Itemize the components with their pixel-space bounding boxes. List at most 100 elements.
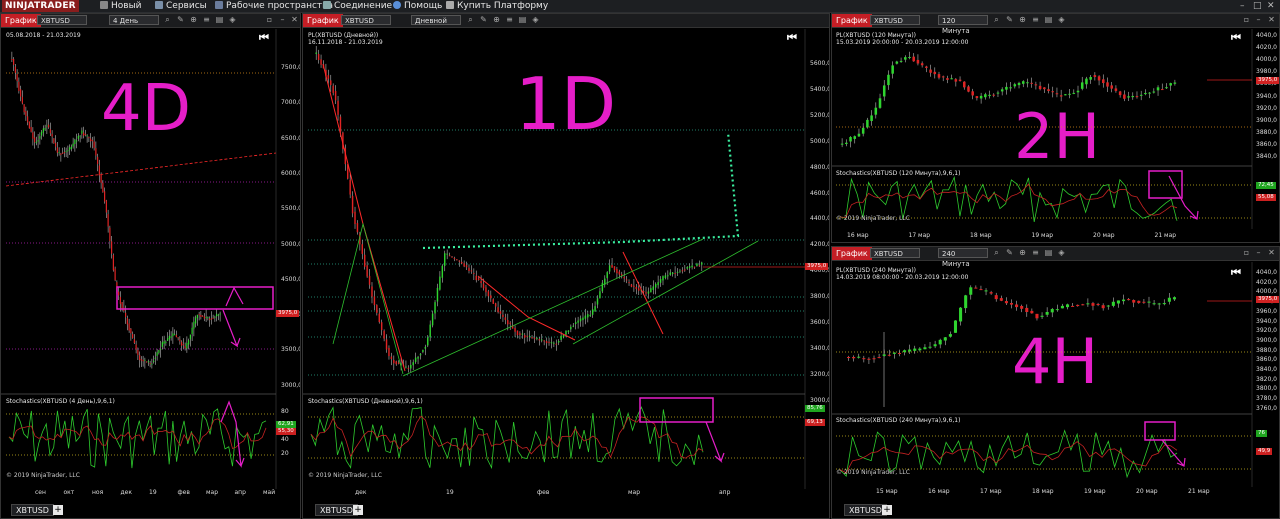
candle-body bbox=[1038, 85, 1042, 90]
bottom-tab-instrument[interactable]: XBTUSD bbox=[11, 504, 54, 516]
candle-body bbox=[158, 350, 160, 353]
candle-body bbox=[1047, 89, 1050, 92]
candle-body bbox=[104, 191, 106, 202]
y-axis-label: 4020,0 bbox=[1256, 278, 1277, 286]
candle-body bbox=[882, 354, 886, 356]
y-axis-label: 3780,0 bbox=[1256, 395, 1277, 403]
y-axis-label: 3600,0 bbox=[810, 319, 830, 326]
candle-body bbox=[594, 306, 596, 312]
minimize-icon[interactable]: – bbox=[1240, 0, 1245, 12]
candle-body bbox=[852, 357, 856, 359]
candle-body bbox=[1137, 300, 1141, 303]
maximize-icon[interactable]: □ bbox=[1253, 0, 1262, 12]
stoch-k-badge: 85,76 bbox=[805, 405, 825, 412]
candle-body bbox=[468, 267, 470, 271]
x-axis-label: 19 bbox=[446, 489, 454, 496]
candle-body bbox=[937, 74, 941, 78]
last-price-badge: 3975,0 bbox=[276, 310, 300, 317]
candle-body bbox=[591, 309, 594, 315]
candle-body bbox=[1025, 307, 1029, 312]
menu-connection[interactable]: Соединение bbox=[323, 0, 392, 12]
stoch-d-badge: 55,30 bbox=[276, 428, 296, 435]
candle-body bbox=[147, 361, 149, 363]
candle-body bbox=[63, 152, 65, 154]
menu-workspaces[interactable]: Рабочие пространства bbox=[215, 0, 333, 12]
candle-body bbox=[91, 140, 93, 142]
x-axis-label: мар bbox=[206, 489, 219, 496]
price-chart-2h[interactable] bbox=[832, 14, 1280, 243]
x-axis-label: 15 мар bbox=[876, 488, 898, 495]
candle-body bbox=[988, 94, 991, 96]
candle-body bbox=[984, 290, 988, 292]
candle-body bbox=[533, 337, 536, 340]
y-axis-label: 3000,0 bbox=[281, 381, 301, 389]
candle-body bbox=[1139, 94, 1143, 96]
candle-body bbox=[872, 358, 876, 360]
candle-body bbox=[339, 116, 342, 132]
annotation-arrow bbox=[225, 286, 244, 307]
candle-body bbox=[48, 124, 50, 128]
candle-body bbox=[1085, 78, 1088, 85]
stochastics-title: Stochastics(XBTUSD (120 Минута),9,6,1) bbox=[836, 170, 961, 177]
candle-body bbox=[933, 71, 937, 75]
candle-body bbox=[623, 276, 625, 279]
bottom-tab-instrument[interactable]: XBTUSD bbox=[315, 504, 358, 516]
candle-body bbox=[390, 356, 393, 360]
candle-body bbox=[74, 139, 76, 144]
price-chart-4d[interactable] bbox=[1, 14, 301, 519]
candle-body bbox=[1045, 311, 1049, 315]
x-axis-label: 20 мар bbox=[1136, 488, 1158, 495]
candle-body bbox=[42, 128, 44, 133]
candle-body bbox=[950, 78, 953, 80]
add-tab-button[interactable]: + bbox=[53, 505, 63, 515]
stoch-k-line bbox=[8, 408, 267, 469]
menu-help[interactable]: Помощь bbox=[393, 0, 442, 12]
bottom-tab-instrument[interactable]: XBTUSD bbox=[844, 504, 887, 516]
candle-body bbox=[174, 334, 176, 336]
candle-body bbox=[925, 66, 928, 68]
add-tab-button[interactable]: + bbox=[353, 505, 363, 515]
candle-body bbox=[334, 90, 337, 101]
candle-body bbox=[1050, 309, 1054, 313]
candle-body bbox=[969, 287, 973, 295]
x-axis-label: апр bbox=[719, 489, 731, 496]
candle-body bbox=[1147, 301, 1151, 303]
add-tab-button[interactable]: + bbox=[882, 505, 892, 515]
price-chart-1d[interactable] bbox=[303, 14, 830, 519]
candle-body bbox=[628, 282, 630, 284]
candle-body bbox=[887, 74, 890, 86]
candle-body bbox=[1009, 87, 1012, 89]
chart-panel-2h: График XBTUSD 120 Минута ⌕ ✎ ⊕ ≡ ▤ ◈ ▫ –… bbox=[831, 13, 1280, 243]
candle-body bbox=[1065, 304, 1070, 308]
candle-body bbox=[524, 335, 526, 338]
candle-body bbox=[892, 352, 896, 354]
candle-body bbox=[897, 352, 901, 354]
candle-body bbox=[330, 80, 332, 86]
candle-body bbox=[948, 334, 952, 337]
candle-body bbox=[645, 292, 647, 294]
y-axis-label: 4020,0 bbox=[1256, 44, 1277, 52]
menu-buy-platform[interactable]: Купить Платформу bbox=[446, 0, 548, 12]
candle-body bbox=[142, 359, 144, 362]
candle-body bbox=[69, 147, 71, 150]
menu-tools[interactable]: Сервисы bbox=[155, 0, 207, 12]
candle-body bbox=[1127, 299, 1131, 301]
candle-body bbox=[688, 266, 691, 268]
candle-body bbox=[62, 152, 64, 154]
candle-body bbox=[114, 268, 116, 281]
candle-body bbox=[470, 270, 473, 272]
close-icon[interactable]: ✕ bbox=[1267, 0, 1275, 12]
y-axis-label: 3940,0 bbox=[1256, 317, 1277, 325]
menu-new[interactable]: Новый bbox=[100, 0, 142, 12]
candle-body bbox=[354, 211, 356, 225]
candle-body bbox=[332, 85, 334, 93]
candle-body bbox=[205, 317, 207, 319]
price-chart-4h[interactable] bbox=[832, 247, 1280, 519]
candle-body bbox=[126, 318, 128, 325]
candle-body bbox=[1059, 95, 1063, 97]
candle-body bbox=[156, 352, 158, 356]
candle-body bbox=[929, 69, 932, 73]
y-axis-label: 3900,0 bbox=[1256, 336, 1277, 344]
stoch-k-badge: 72,45 bbox=[1256, 182, 1276, 189]
candle-body bbox=[941, 76, 945, 78]
